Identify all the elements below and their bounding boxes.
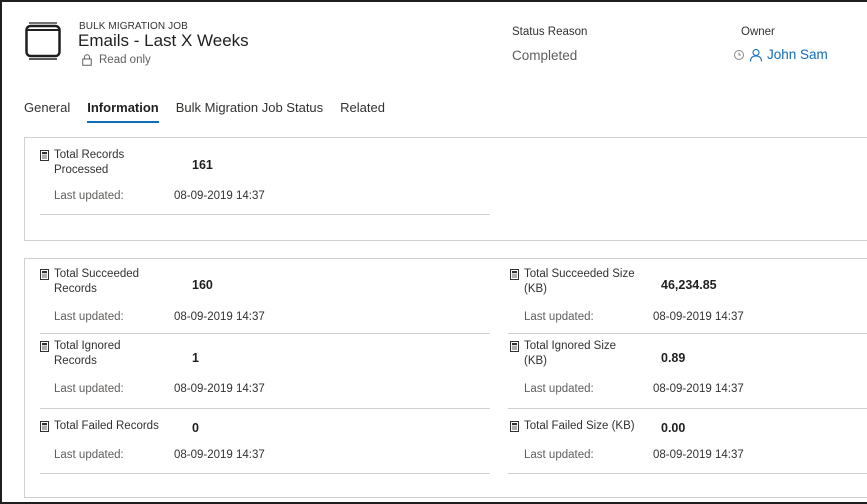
bulk-migration-job-icon: [25, 22, 61, 60]
calculated-field-icon: [40, 150, 49, 161]
tab-information[interactable]: Information: [87, 100, 159, 123]
presence-icon: [734, 49, 744, 60]
last-updated-label: Last updated:: [54, 311, 124, 323]
last-updated-value: 08-09-2019 14:37: [174, 190, 265, 202]
total-records-processed-label: Total Records Processed: [54, 149, 125, 176]
total-ignored-records-value: 1: [192, 351, 199, 365]
total-records-processed-value: 161: [192, 158, 213, 172]
field-divider: [40, 214, 490, 215]
total-succeeded-records-label: Total Succeeded Records: [54, 268, 140, 295]
person-icon: [749, 48, 763, 62]
last-updated-value: 08-09-2019 14:37: [174, 383, 265, 395]
status-reason-label: Status Reason: [512, 26, 588, 38]
calculated-field-icon: [510, 341, 519, 352]
last-updated-label: Last updated:: [54, 383, 124, 395]
owner-label: Owner: [741, 26, 775, 38]
last-updated-value: 08-09-2019 14:37: [174, 449, 265, 461]
total-failed-records-value: 0: [192, 421, 199, 435]
calculated-field-icon: [40, 421, 49, 432]
last-updated-label: Last updated:: [524, 383, 594, 395]
calculated-field-icon: [40, 269, 49, 280]
last-updated-value: 08-09-2019 14:37: [653, 449, 744, 461]
read-only-text: Read only: [99, 54, 151, 66]
total-failed-size-label: Total Failed Size (KB): [524, 420, 635, 432]
total-failed-size-value: 0.00: [661, 421, 686, 435]
total-succeeded-records-value: 160: [192, 278, 213, 292]
record-title: Emails - Last X Weeks: [78, 31, 249, 50]
calculated-field-icon: [510, 421, 519, 432]
owner-field[interactable]: John Sam: [733, 47, 828, 62]
tab-bulk-migration-job-status[interactable]: Bulk Migration Job Status: [176, 100, 323, 123]
total-succeeded-size-value: 46,234.85: [661, 278, 717, 292]
last-updated-value: 08-09-2019 14:37: [653, 311, 744, 323]
last-updated-value: 08-09-2019 14:37: [174, 311, 265, 323]
field-divider: [508, 473, 867, 474]
tab-related[interactable]: Related: [340, 100, 385, 123]
last-updated-label: Last updated:: [54, 449, 124, 461]
last-updated-label: Last updated:: [524, 311, 594, 323]
total-ignored-records-label: Total Ignored Records: [54, 340, 121, 367]
last-updated-label: Last updated:: [524, 449, 594, 461]
lock-icon: [82, 54, 92, 66]
total-succeeded-size-label: Total Succeeded Size (KB): [524, 268, 635, 295]
field-divider: [40, 473, 490, 474]
form-tabs: General Information Bulk Migration Job S…: [24, 100, 402, 123]
total-ignored-size-label: Total Ignored Size (KB): [524, 340, 617, 367]
tab-general[interactable]: General: [24, 100, 70, 123]
calculated-field-icon: [40, 341, 49, 352]
total-ignored-size-value: 0.89: [661, 351, 686, 365]
last-updated-value: 08-09-2019 14:37: [653, 383, 744, 395]
status-reason-value: Completed: [512, 48, 578, 63]
field-divider: [508, 408, 867, 409]
read-only-indicator: Read only: [82, 54, 151, 66]
calculated-field-icon: [510, 269, 519, 280]
results-section: Total Succeeded Records 160 Last updated…: [24, 258, 867, 498]
field-divider: [508, 333, 867, 334]
last-updated-label: Last updated:: [54, 190, 124, 202]
total-failed-records-label: Total Failed Records: [54, 420, 159, 432]
records-processed-section: Total Records Processed 161 Last updated…: [24, 137, 867, 241]
field-divider: [40, 408, 490, 409]
owner-link[interactable]: John Sam: [767, 47, 828, 62]
field-divider: [40, 333, 490, 334]
